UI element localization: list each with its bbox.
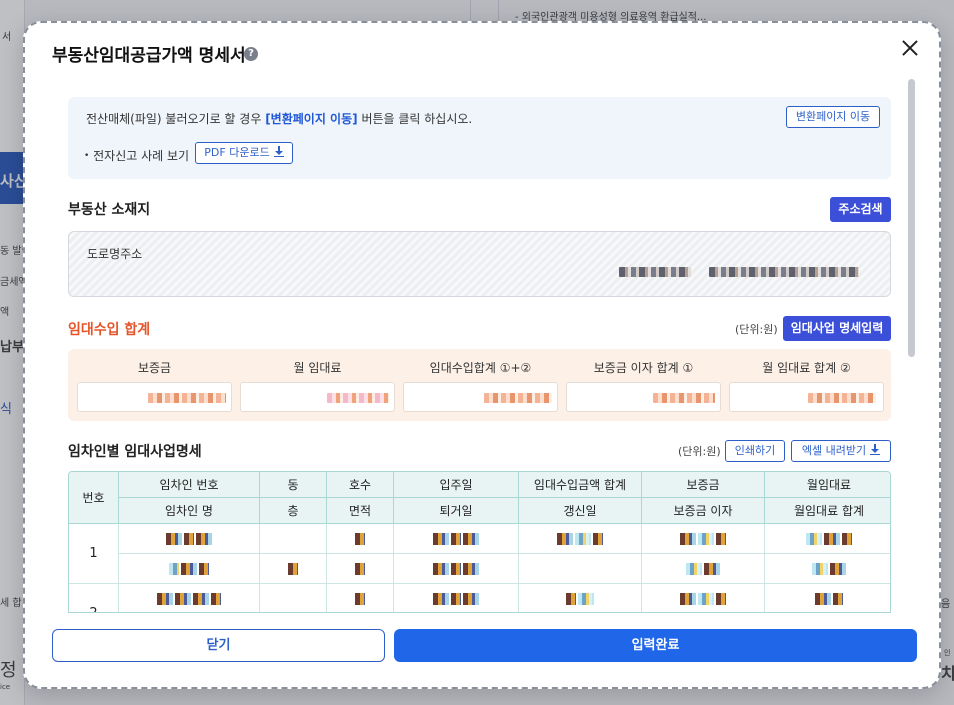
input-complete-button[interactable]: 입력완료 (394, 629, 917, 662)
rental-detail-input-button[interactable]: 임대사업 명세입력 (783, 316, 891, 341)
col-header: 보증금 (641, 472, 765, 498)
col-header: 동 (259, 472, 327, 498)
table-cell[interactable] (259, 583, 327, 612)
monthly-rent-input[interactable] (240, 382, 395, 412)
col-header: 임차인 번호 (118, 472, 260, 498)
table-row[interactable] (69, 553, 890, 584)
col-header: 임차인 명 (118, 497, 260, 524)
close-button[interactable]: 닫기 (52, 629, 385, 662)
pdf-download-label: PDF 다운로드 (204, 146, 270, 159)
col-header: 월임대료 합계 (764, 497, 890, 524)
modal-scrollbar[interactable] (908, 79, 915, 357)
table-cell[interactable] (326, 523, 394, 554)
excel-download-label: 엑셀 내려받기 (801, 444, 867, 457)
table-cell[interactable] (518, 583, 642, 612)
col-header: 갱신일 (518, 497, 642, 524)
tenant-table: 번호 임차인 번호 동 호수 입주일 임대수입금액 합계 보증금 월임대료 임차… (69, 472, 890, 612)
row-number: 1 (69, 523, 119, 584)
rent-label: 월 임대료 (293, 361, 342, 375)
table-cell[interactable] (393, 523, 519, 554)
table-cell[interactable] (764, 523, 890, 554)
rent-label: 임대수입합계 ①+② (429, 361, 532, 375)
rental-supply-modal: 부동산임대공급가액 명세서 ? 전산매체(파일) 불러오기로 할 경우 [변환페… (23, 21, 941, 689)
road-address-label: 도로명주소 (87, 247, 143, 261)
rent-total-box: 보증금 월 임대료 임대수입합계 ①+② 보증금 이자 합계 ① 월 임대료 합… (68, 349, 891, 421)
table-cell[interactable] (641, 583, 765, 612)
address-search-button[interactable]: 주소검색 (830, 197, 891, 222)
deposit-interest-total-input[interactable] (566, 382, 721, 412)
table-row[interactable]: 1 (69, 523, 890, 584)
tenant-title: 임차인별 임대사업명세 (68, 444, 202, 460)
close-icon[interactable] (897, 35, 923, 61)
table-cell[interactable] (641, 553, 765, 584)
table-cell[interactable] (518, 553, 642, 584)
col-header: 면적 (326, 497, 394, 524)
table-cell[interactable] (259, 523, 327, 554)
table-cell[interactable] (118, 583, 260, 612)
info-box: 전산매체(파일) 불러오기로 할 경우 [변환페이지 이동] 버튼을 클릭 하십… (68, 97, 891, 179)
example-label: 전자신고 사례 보기 (93, 149, 190, 163)
print-button[interactable]: 인쇄하기 (725, 440, 785, 462)
excel-download-button[interactable]: 엑셀 내려받기 (791, 440, 891, 462)
table-cell[interactable] (641, 523, 765, 554)
col-header: 임대수입금액 합계 (518, 472, 642, 498)
redacted-address (619, 267, 691, 277)
rent-label: 보증금 (137, 361, 172, 375)
help-icon[interactable]: ? (244, 47, 258, 61)
table-cell[interactable] (118, 553, 260, 584)
col-header: 번호 (69, 472, 119, 524)
table-row[interactable]: 2 (69, 583, 890, 612)
table-cell[interactable] (326, 553, 394, 584)
example-row: • 전자신고 사례 보기 (84, 147, 189, 164)
col-header: 호수 (326, 472, 394, 498)
modal-title: 부동산임대공급가액 명세서 (52, 46, 246, 66)
table-cell[interactable] (259, 553, 327, 584)
tenant-table-wrap[interactable]: 번호 임차인 번호 동 호수 입주일 임대수입금액 합계 보증금 월임대료 임차… (68, 471, 891, 613)
info-highlight: [변환페이지 이동] (265, 112, 358, 126)
info-text: 전산매체(파일) 불러오기로 할 경우 (86, 112, 266, 126)
col-header: 보증금 이자 (641, 497, 765, 524)
bullet-icon: • (84, 151, 90, 161)
modal-body[interactable]: 전산매체(파일) 불러오기로 할 경우 [변환페이지 이동] 버튼을 클릭 하십… (25, 77, 939, 613)
table-cell[interactable] (764, 553, 890, 584)
info-line: 전산매체(파일) 불러오기로 할 경우 [변환페이지 이동] 버튼을 클릭 하십… (86, 110, 472, 127)
download-icon (870, 444, 881, 455)
monthly-rent-total-input[interactable] (729, 382, 884, 412)
location-title: 부동산 소재지 (68, 202, 151, 218)
address-field[interactable]: 도로명주소 (68, 231, 891, 297)
rent-total-title: 임대수입 합계 (68, 322, 151, 338)
table-cell[interactable] (393, 553, 519, 584)
info-text: 버튼을 클릭 하십시오. (357, 112, 473, 126)
table-cell[interactable] (118, 523, 260, 554)
col-header: 월임대료 (764, 472, 890, 498)
rent-label: 보증금 이자 합계 ① (593, 361, 694, 375)
table-cell[interactable] (518, 523, 642, 554)
convert-page-button[interactable]: 변환페이지 이동 (786, 106, 880, 128)
tenant-unit: (단위:원) (678, 445, 721, 458)
pdf-download-button[interactable]: PDF 다운로드 (195, 142, 293, 164)
rent-label: 월 임대료 합계 ② (762, 361, 851, 375)
col-header: 입주일 (393, 472, 519, 498)
rent-income-total-input[interactable] (403, 382, 558, 412)
table-cell[interactable] (764, 583, 890, 612)
redacted-address (709, 267, 859, 277)
rent-unit: (단위:원) (735, 323, 778, 336)
col-header: 층 (259, 497, 327, 524)
row-number: 2 (69, 583, 119, 612)
table-cell[interactable] (326, 583, 394, 612)
deposit-input[interactable] (77, 382, 232, 412)
download-icon (273, 146, 284, 157)
col-header: 퇴거일 (393, 497, 519, 524)
table-cell[interactable] (393, 583, 519, 612)
